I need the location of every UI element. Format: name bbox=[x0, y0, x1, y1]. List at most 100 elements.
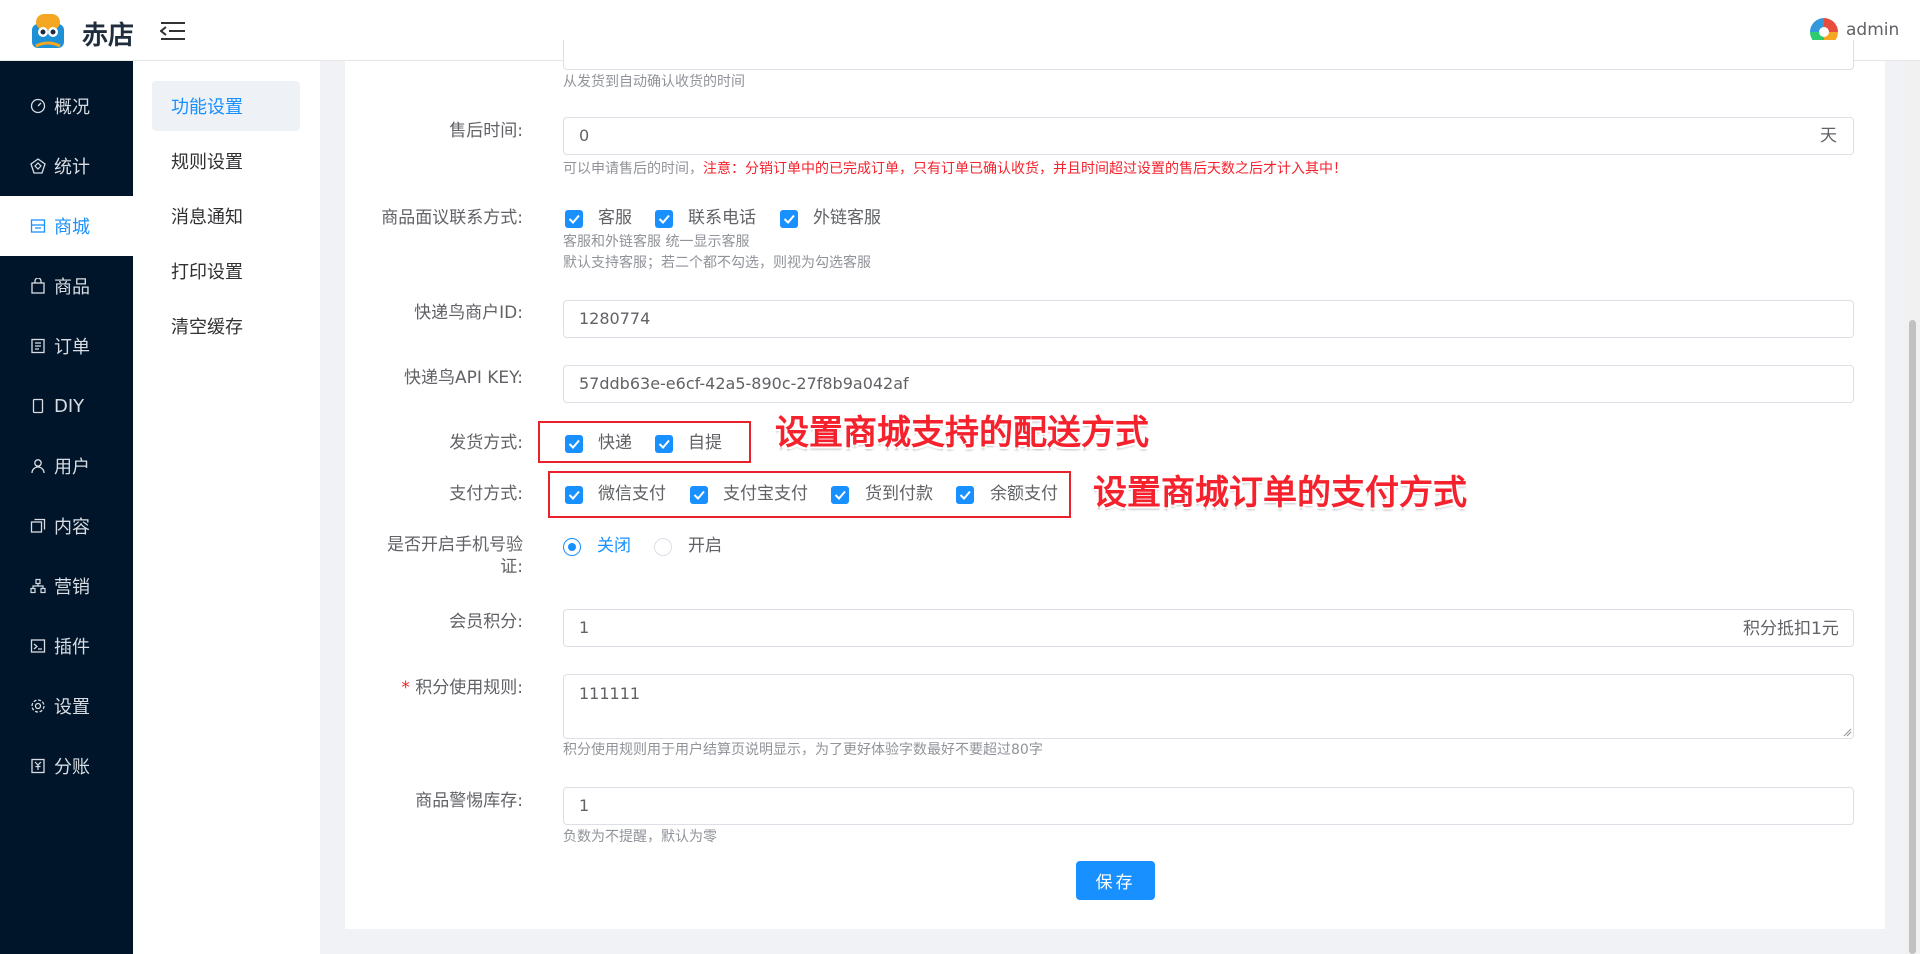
contact-hint-2: 默认支持客服；若二个都不勾选，则视为勾选客服 bbox=[563, 255, 871, 271]
payment-alipay-label[interactable]: 支付宝支付 bbox=[723, 483, 808, 505]
logo-icon bbox=[32, 14, 64, 48]
sidebar-item-content[interactable]: 内容 bbox=[0, 496, 133, 556]
contact-hint-1: 客服和外链客服 统一显示客服 bbox=[563, 234, 750, 250]
contact-phone-checkbox[interactable] bbox=[655, 210, 673, 228]
sidebar-item-label: 概况 bbox=[54, 97, 90, 118]
sms-on-label[interactable]: 开启 bbox=[688, 535, 722, 557]
settings-subnav: 功能设置 规则设置 消息通知 打印设置 清空缓存 bbox=[133, 61, 320, 954]
store-icon bbox=[30, 218, 46, 234]
kdn-id-input[interactable]: 1280774 bbox=[563, 300, 1854, 338]
kdn-key-input[interactable]: 57ddb63e-e6cf-42a5-890c-27f8b9a042af bbox=[563, 365, 1854, 403]
kdn-id-label: 快递鸟商户ID: bbox=[414, 303, 523, 323]
check-icon bbox=[834, 490, 846, 500]
stock-alert-input[interactable]: 1 bbox=[563, 787, 1854, 825]
points-rule-label: * 积分使用规则: bbox=[330, 677, 523, 699]
sidebar-item-marketing[interactable]: 营销 bbox=[0, 556, 133, 616]
payment-balance-label[interactable]: 余额支付 bbox=[990, 483, 1058, 505]
resize-handle-icon[interactable] bbox=[1843, 728, 1852, 737]
sidebar-item-label: 分账 bbox=[54, 757, 90, 778]
gear-icon bbox=[30, 698, 46, 714]
subnav-function-settings[interactable]: 功能设置 bbox=[152, 81, 300, 131]
sidebar-item-store[interactable]: 商城 bbox=[0, 196, 133, 256]
stock-alert-label: 商品警惕库存: bbox=[415, 791, 523, 811]
sidebar-item-overview[interactable]: 概况 bbox=[0, 76, 133, 136]
delivery-express-label[interactable]: 快递 bbox=[598, 432, 632, 454]
after-sale-input[interactable]: 0 bbox=[563, 117, 1854, 155]
sms-on-radio[interactable] bbox=[654, 538, 672, 556]
sidebar-item-label: 内容 bbox=[54, 517, 90, 538]
stats-icon bbox=[30, 158, 46, 174]
content-icon bbox=[30, 518, 46, 534]
subnav-print-settings[interactable]: 打印设置 bbox=[152, 246, 300, 296]
contact-phone-label[interactable]: 联系电话 bbox=[688, 207, 756, 229]
stock-alert-hint: 负数为不提醒，默认为零 bbox=[563, 829, 717, 845]
delivery-pickup-checkbox[interactable] bbox=[655, 435, 673, 453]
split-icon bbox=[30, 758, 46, 774]
payment-wechat-checkbox[interactable] bbox=[565, 486, 583, 504]
contact-service-label[interactable]: 客服 bbox=[598, 207, 632, 229]
kdn-key-label: 快递鸟API KEY: bbox=[403, 368, 523, 388]
sms-off-radio[interactable] bbox=[563, 538, 581, 556]
sidebar-item-diy[interactable]: DIY bbox=[0, 376, 133, 436]
contact-external-checkbox[interactable] bbox=[780, 210, 798, 228]
sidebar-item-label: 插件 bbox=[54, 637, 90, 658]
points-rule-hint: 积分使用规则用于用户结算页说明显示，为了更好体验字数最好不要超过80字 bbox=[563, 742, 1043, 758]
sidebar-item-label: 统计 bbox=[54, 157, 90, 178]
after-sale-hint: 可以申请售后的时间，注意：分销订单中的已完成订单，只有订单已确认收货，并且时间超… bbox=[563, 159, 1347, 179]
sidebar-item-label: 营销 bbox=[54, 577, 90, 598]
sidebar-item-stats[interactable]: 统计 bbox=[0, 136, 133, 196]
delivery-express-checkbox[interactable] bbox=[565, 435, 583, 453]
subnav-clear-cache[interactable]: 清空缓存 bbox=[152, 301, 300, 351]
marketing-icon bbox=[30, 578, 46, 594]
sidebar-item-plugins[interactable]: 插件 bbox=[0, 616, 133, 676]
brand-name: 赤店 bbox=[82, 21, 135, 51]
payment-balance-checkbox[interactable] bbox=[956, 486, 974, 504]
sidebar-item-users[interactable]: 用户 bbox=[0, 436, 133, 496]
points-input[interactable]: 1 bbox=[563, 609, 1854, 647]
save-button[interactable]: 保存 bbox=[1076, 861, 1155, 900]
delivery-label: 发货方式: bbox=[449, 433, 523, 453]
user-name[interactable]: admin bbox=[1846, 20, 1899, 40]
sidebar-item-orders[interactable]: 订单 bbox=[0, 316, 133, 376]
payment-wechat-label[interactable]: 微信支付 bbox=[598, 483, 666, 505]
check-icon bbox=[693, 490, 705, 500]
payment-annotation: 设置商城订单的支付方式 bbox=[1093, 473, 1467, 513]
dashboard-icon bbox=[30, 98, 46, 114]
sms-verify-label-line1: 是否开启手机号验 bbox=[387, 535, 523, 555]
subnav-notifications[interactable]: 消息通知 bbox=[152, 191, 300, 241]
contact-label: 商品面议联系方式: bbox=[381, 208, 523, 228]
payment-cod-label[interactable]: 货到付款 bbox=[865, 483, 933, 505]
sidebar-item-split[interactable]: 分账 bbox=[0, 736, 133, 796]
sms-verify-label-line2: 证: bbox=[500, 557, 523, 577]
points-label: 会员积分: bbox=[449, 612, 523, 632]
scrollbar-thumb[interactable] bbox=[1909, 320, 1916, 954]
confirm-time-input[interactable] bbox=[563, 40, 1854, 70]
after-sale-hint-text: 可以申请售后的时间， bbox=[563, 161, 703, 177]
payment-cod-checkbox[interactable] bbox=[831, 486, 849, 504]
check-icon bbox=[658, 439, 670, 449]
after-sale-unit: 天 bbox=[1820, 126, 1837, 146]
sidebar-item-label: 商城 bbox=[54, 217, 90, 238]
payment-alipay-checkbox[interactable] bbox=[690, 486, 708, 504]
user-icon bbox=[30, 458, 46, 474]
required-mark: * bbox=[401, 678, 410, 698]
sidebar-item-label: 设置 bbox=[54, 697, 90, 718]
contact-service-checkbox[interactable] bbox=[565, 210, 583, 228]
check-icon bbox=[568, 214, 580, 224]
check-icon bbox=[568, 439, 580, 449]
sidebar-item-goods[interactable]: 商品 bbox=[0, 256, 133, 316]
points-rule-textarea[interactable]: 111111 bbox=[563, 674, 1854, 739]
menu-collapse-icon[interactable] bbox=[160, 20, 186, 42]
sidebar-item-settings[interactable]: 设置 bbox=[0, 676, 133, 736]
check-icon bbox=[658, 214, 670, 224]
contact-external-label[interactable]: 外链客服 bbox=[813, 207, 881, 229]
subnav-rule-settings[interactable]: 规则设置 bbox=[152, 136, 300, 186]
check-icon bbox=[568, 490, 580, 500]
sms-off-label[interactable]: 关闭 bbox=[597, 535, 631, 557]
payment-label: 支付方式: bbox=[449, 484, 523, 504]
bag-icon bbox=[30, 278, 46, 294]
confirm-time-hint: 从发货到自动确认收货的时间 bbox=[563, 74, 745, 90]
delivery-pickup-label[interactable]: 自提 bbox=[688, 432, 722, 454]
sidebar-item-label: 订单 bbox=[54, 337, 90, 358]
check-icon bbox=[783, 214, 795, 224]
